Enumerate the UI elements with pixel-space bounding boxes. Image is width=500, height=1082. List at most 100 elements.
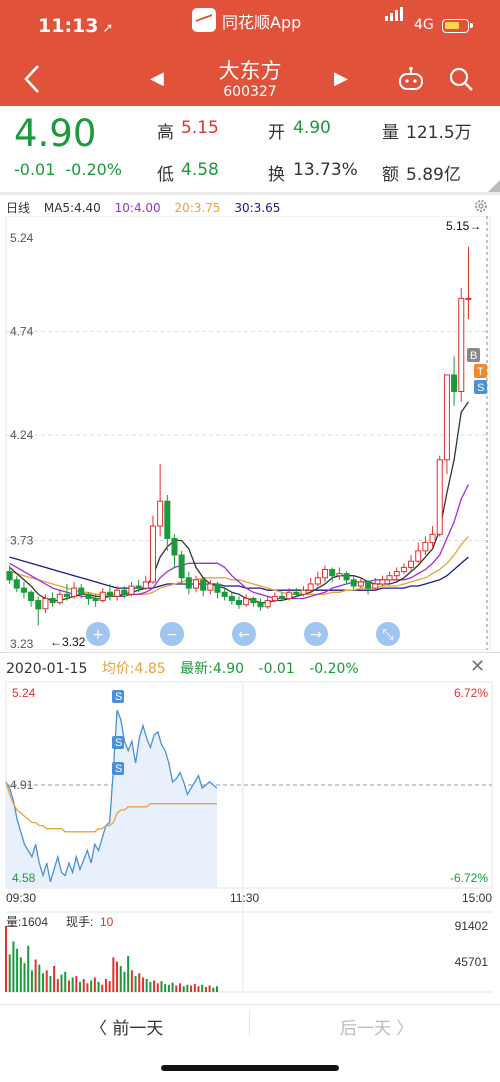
- candle-body: [350, 579, 357, 587]
- candle-body: [85, 593, 92, 599]
- candle-body: [257, 602, 264, 608]
- chevron-right-icon: 〉: [391, 1019, 414, 1039]
- x-tick-close: 15:00: [462, 891, 492, 905]
- kline-candle: [393, 567, 400, 580]
- candle-body: [264, 600, 271, 608]
- stock-detail-screen: 11:13 ➚ 同花顺App 4G ◀ 大东方 600327 ▶ 4.90 -0.…: [0, 0, 500, 1082]
- candle-body: [235, 600, 243, 606]
- candle-body: [451, 374, 458, 393]
- candle-body: [314, 577, 321, 585]
- intraday-header: 2020-01-15 均价:4.85 最新:4.90 -0.01 -0.20%: [6, 658, 369, 678]
- kline-candle: [250, 596, 257, 607]
- kline-period-tab[interactable]: 日线: [6, 201, 30, 215]
- intraday-latest: 最新:4.90: [180, 661, 245, 677]
- volume-bar: [138, 973, 141, 992]
- kline-max-label: 5.15→: [446, 219, 481, 233]
- battery-icon: [442, 19, 473, 33]
- candle-body: [149, 525, 156, 583]
- volume-bar: [127, 955, 130, 992]
- kline-candle: [257, 598, 264, 611]
- divider: [0, 652, 500, 653]
- kline-ma10-line: [9, 484, 469, 600]
- candle-body: [71, 587, 78, 597]
- current-price: 4.90: [14, 112, 97, 155]
- trade-marker-t: T: [474, 364, 487, 378]
- robot-icon[interactable]: [397, 66, 425, 92]
- kline-y-tick: 4.74: [10, 324, 34, 338]
- candle-body: [443, 374, 450, 461]
- candle-body: [135, 585, 142, 589]
- button-glyph: ←: [238, 627, 250, 643]
- intraday-chart[interactable]: 5.24 4.91 4.58 6.72% -6.72% 09:30 11:30 15:00 S S…: [0, 680, 500, 1000]
- candle-body: [200, 579, 207, 591]
- title-bar: 11:13 ➚ 同花顺App 4G ◀ 大东方 600327 ▶: [0, 0, 500, 106]
- kline-chart[interactable]: 5.24 4.74 4.24 3.73 3.23 5.15→ ←3.32 BTS + − ← → ⤡: [0, 216, 500, 650]
- close-icon[interactable]: ✕: [470, 656, 485, 677]
- kline-candle: [458, 288, 465, 402]
- volume-bar: [204, 986, 207, 992]
- marker-text: S: [477, 382, 484, 394]
- volume-bar: [53, 966, 56, 992]
- expand-corner-icon[interactable]: [486, 180, 500, 192]
- y-tick-mid: 4.91: [10, 778, 34, 792]
- volume-bar: [64, 971, 67, 992]
- next-stock-icon[interactable]: ▶: [334, 68, 348, 89]
- volume-bar: [145, 979, 148, 992]
- arrow-right-icon[interactable]: →: [304, 622, 328, 646]
- kline-candle: [128, 581, 135, 597]
- volume-bar: [134, 976, 137, 992]
- stock-code: 600327: [223, 84, 277, 100]
- intraday-change-pct: -0.20%: [309, 661, 359, 677]
- intraday-avg: 均价:4.85: [101, 661, 166, 677]
- volume-bar: [38, 964, 41, 992]
- kline-candle: [343, 571, 350, 584]
- button-glyph: −: [166, 627, 178, 643]
- zoom-in-icon[interactable]: +: [86, 622, 110, 646]
- volume-bar: [16, 948, 19, 992]
- candle-body: [322, 568, 329, 579]
- kline-candle: [178, 550, 185, 584]
- candle-body: [63, 593, 70, 597]
- y-tick-high: 5.24: [12, 686, 36, 700]
- kline-candle: [99, 588, 106, 603]
- prev-stock-icon[interactable]: ◀: [150, 68, 164, 89]
- y-tick-right-low: -6.72%: [450, 871, 488, 885]
- y-tick-low: 4.58: [12, 871, 36, 885]
- candle-body: [329, 568, 336, 577]
- open-value: 4.90: [293, 118, 331, 138]
- kline-candle: [185, 571, 192, 595]
- kline-candle: [71, 581, 78, 599]
- candle-body: [386, 575, 393, 581]
- gear-icon[interactable]: [473, 198, 489, 214]
- volume-bar: [79, 981, 82, 992]
- network-type: 4G: [414, 17, 434, 33]
- volume-bar: [160, 981, 163, 992]
- next-day-button[interactable]: 后一天 〉: [340, 1014, 413, 1039]
- trade-marker-s: S: [112, 690, 124, 703]
- volume-bar: [156, 983, 159, 992]
- prev-day-button[interactable]: 〈 前一天: [90, 1014, 163, 1039]
- volume-bar: [119, 966, 122, 992]
- candle-body: [436, 459, 443, 535]
- fullscreen-icon[interactable]: ⤡: [376, 622, 400, 646]
- kline-candle: [157, 463, 164, 537]
- x-tick-open: 09:30: [6, 891, 36, 905]
- candle-body: [379, 579, 386, 585]
- candle-body: [400, 566, 407, 573]
- status-time: 11:13 ➚: [38, 15, 114, 37]
- candle-body: [192, 579, 199, 589]
- trade-marker-b: B: [467, 348, 480, 362]
- kline-y-tick: 3.23: [10, 637, 34, 650]
- arrow-left-icon[interactable]: ←: [232, 622, 256, 646]
- volume-bar: [56, 979, 59, 992]
- back-icon[interactable]: [20, 62, 44, 96]
- kline-candle: [336, 567, 343, 580]
- kline-candle: [35, 596, 42, 626]
- volume-tick-mid: 45701: [455, 955, 489, 969]
- stock-name: 大东方: [218, 59, 282, 83]
- search-icon[interactable]: [448, 66, 474, 92]
- volume-bar: [149, 981, 152, 992]
- kline-candle: [243, 594, 250, 607]
- divider: [249, 1010, 250, 1036]
- zoom-out-icon[interactable]: −: [160, 622, 184, 646]
